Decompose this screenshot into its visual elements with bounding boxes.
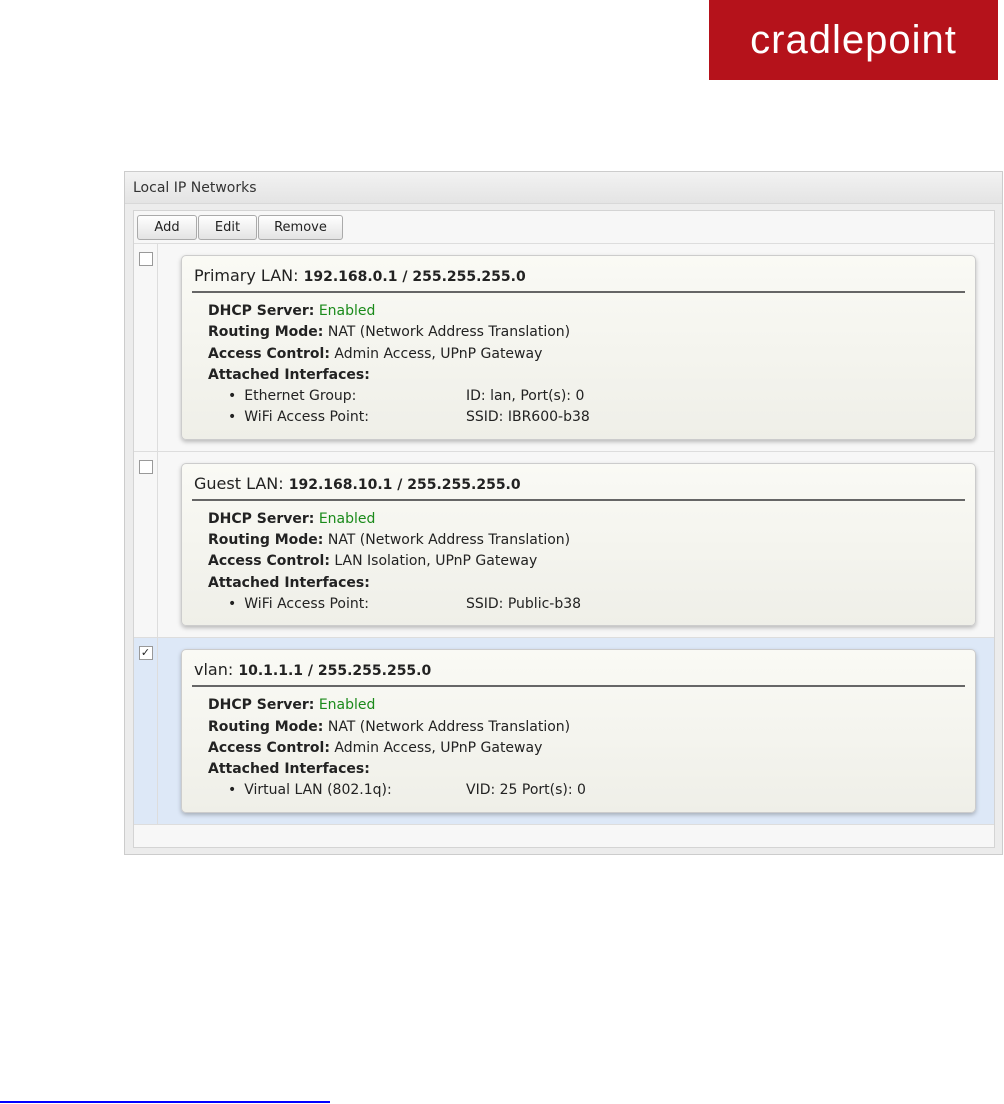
networks-list: Add Edit Remove Primary LAN: 192.168.0.1… <box>133 210 995 848</box>
dhcp-status: Enabled <box>318 303 376 319</box>
row-checkbox[interactable] <box>138 252 153 266</box>
row-checkbox[interactable] <box>138 459 153 474</box>
network-card: vlan: 10.1.1.1 / 255.255.255.0 DHCP Serv… <box>181 649 976 813</box>
interface-name: WiFi Access Point: <box>228 594 466 615</box>
access-control: Admin Access, UPnP Gateway <box>334 345 543 362</box>
dhcp-label: DHCP Server: <box>208 303 315 319</box>
access-label: Access Control: <box>208 553 330 570</box>
routing-mode: NAT (Network Address Translation) <box>327 324 571 341</box>
interface-value: SSID: IBR600-b38 <box>466 409 590 426</box>
routing-label: Routing Mode: <box>208 718 324 735</box>
dhcp-status: Enabled <box>318 697 376 714</box>
network-address: 10.1.1.1 / 255.255.255.0 <box>238 663 432 680</box>
network-name: Guest LAN: <box>194 473 284 493</box>
checkbox-column: ✓ <box>134 638 158 824</box>
interface-value: ID: lan, Port(s): 0 <box>466 388 585 405</box>
cradlepoint-logo: cradlepoint <box>709 0 998 80</box>
routing-label: Routing Mode: <box>208 532 324 549</box>
access-control: LAN Isolation, UPnP Gateway <box>334 553 538 570</box>
interface-item: Ethernet Group:ID: lan, Port(s): 0 <box>208 386 965 407</box>
interface-name: WiFi Access Point: <box>228 407 466 428</box>
routing-label: Routing Mode: <box>208 324 324 341</box>
interface-value: SSID: Public-b38 <box>466 595 582 612</box>
network-title: vlan: 10.1.1.1 / 255.255.255.0 <box>192 656 965 688</box>
network-row[interactable]: ✓ vlan: 10.1.1.1 / 255.255.255.0 DHCP Se… <box>134 638 994 825</box>
routing-mode: NAT (Network Address Translation) <box>327 718 571 735</box>
remove-button[interactable]: Remove <box>258 215 343 240</box>
network-name: vlan: <box>194 660 234 680</box>
attached-label: Attached Interfaces: <box>208 761 370 778</box>
network-name: Primary LAN: <box>194 266 299 285</box>
access-control: Admin Access, UPnP Gateway <box>334 739 543 756</box>
dhcp-label: DHCP Server: <box>208 510 315 527</box>
interface-name: Virtual LAN (802.1q): <box>228 780 466 801</box>
network-card: Guest LAN: 192.168.10.1 / 255.255.255.0 … <box>181 462 976 627</box>
interface-item: WiFi Access Point:SSID: Public-b38 <box>208 594 965 615</box>
interface-name: Ethernet Group: <box>228 386 466 407</box>
network-title: Guest LAN: 192.168.10.1 / 255.255.255.0 <box>192 470 965 501</box>
network-row[interactable]: Guest LAN: 192.168.10.1 / 255.255.255.0 … <box>134 451 994 639</box>
network-title: Primary LAN: 192.168.0.1 / 255.255.255.0 <box>192 262 965 293</box>
interface-value: VID: 25 Port(s): 0 <box>466 782 586 799</box>
checkbox-column <box>134 451 158 638</box>
add-button[interactable]: Add <box>137 215 197 240</box>
routing-mode: NAT (Network Address Translation) <box>327 532 571 549</box>
network-card: Primary LAN: 192.168.0.1 / 255.255.255.0… <box>181 255 976 440</box>
local-ip-networks-panel: Local IP Networks Add Edit Remove Primar… <box>124 171 1003 855</box>
edit-button[interactable]: Edit <box>198 215 257 240</box>
attached-label: Attached Interfaces: <box>208 366 370 383</box>
network-row[interactable]: Primary LAN: 192.168.0.1 / 255.255.255.0… <box>134 244 994 452</box>
attached-label: Attached Interfaces: <box>208 574 370 591</box>
access-label: Access Control: <box>208 345 330 362</box>
dhcp-status: Enabled <box>318 510 376 527</box>
panel-title: Local IP Networks <box>125 172 1002 204</box>
hyperlink-underline[interactable] <box>0 1101 330 1103</box>
toolbar: Add Edit Remove <box>134 211 994 244</box>
network-address: 192.168.0.1 / 255.255.255.0 <box>303 269 526 285</box>
row-checkbox[interactable]: ✓ <box>138 646 153 661</box>
checkbox-column <box>134 244 158 451</box>
network-address: 192.168.10.1 / 255.255.255.0 <box>288 476 521 493</box>
dhcp-label: DHCP Server: <box>208 697 315 714</box>
access-label: Access Control: <box>208 739 330 756</box>
interface-item: Virtual LAN (802.1q):VID: 25 Port(s): 0 <box>208 780 965 801</box>
interface-item: WiFi Access Point:SSID: IBR600-b38 <box>208 407 965 428</box>
